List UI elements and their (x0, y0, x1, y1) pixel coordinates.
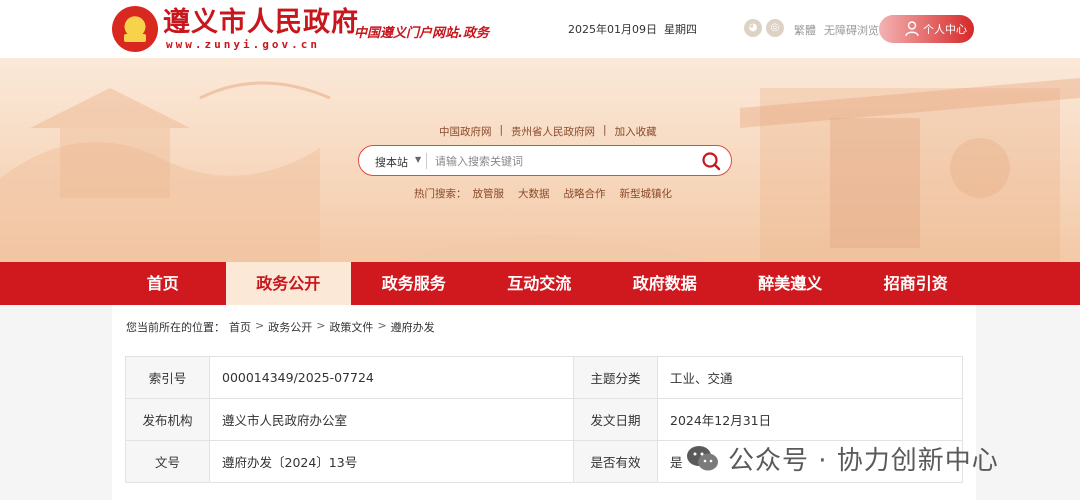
site-name[interactable]: 遵义市人民政府 (163, 8, 359, 38)
document-number-label: 文号 (125, 440, 210, 483)
top-links: 繁體 无障碍浏览 (794, 22, 879, 38)
breadcrumb-arrow: > (377, 319, 387, 332)
nav-item-gov-data[interactable]: 政府数据 (602, 262, 728, 305)
hot-search-term[interactable]: 新型城镇化 (620, 186, 673, 201)
search-box: 搜本站 ▼ (358, 145, 732, 176)
top-bar: ★ 遵义市人民政府 www.zunyi.gov.cn 中国遵义门户网站.政务 2… (0, 0, 1080, 58)
table-row: 发布机构 遵义市人民政府办公室 发文日期 2024年12月31日 (125, 398, 963, 441)
breadcrumb-item[interactable]: 政务公开 (268, 319, 312, 335)
hot-search-term[interactable]: 大数据 (518, 186, 550, 201)
hot-search-label: 热门搜索： (414, 188, 467, 200)
wechat-watermark: 公众号 · 协力创新中心 (686, 440, 999, 477)
validity-label: 是否有效 (573, 440, 658, 483)
topic-category-value: 工业、交通 (657, 356, 963, 399)
add-favorite-link[interactable]: 加入收藏 (615, 124, 657, 139)
accessibility-link[interactable]: 无障碍浏览 (824, 22, 879, 38)
search-icon[interactable] (701, 151, 721, 171)
link-separator: | (603, 124, 607, 136)
search-scope-select[interactable]: 搜本站 (375, 154, 408, 170)
index-number-label: 索引号 (125, 356, 210, 399)
breadcrumb-item[interactable]: 遵府办发 (391, 319, 435, 335)
publisher-value: 遵义市人民政府办公室 (209, 398, 574, 441)
nav-item-home[interactable]: 首页 (100, 262, 226, 305)
quick-links: 中国政府网 | 贵州省人民政府网 | 加入收藏 (439, 124, 657, 139)
link-separator: | (499, 124, 504, 136)
breadcrumb-arrow: > (255, 319, 265, 332)
site-url: www.zunyi.gov.cn (166, 38, 320, 51)
wechat-icon[interactable]: ◕ (744, 19, 762, 37)
user-center-button[interactable]: 个人中心 (879, 15, 974, 43)
gate-icon (124, 34, 146, 42)
date-text: 2025年01月09日 (568, 23, 657, 36)
nav-item-gov-services[interactable]: 政务服务 (351, 262, 477, 305)
user-center-label: 个人中心 (923, 23, 967, 36)
hero-banner: 中国政府网 | 贵州省人民政府网 | 加入收藏 搜本站 ▼ 热门搜索： 放管服 … (0, 58, 1080, 262)
breadcrumb-arrow: > (316, 319, 326, 332)
social-links: ◕ ◎ (744, 19, 784, 37)
current-date: 2025年01月09日 星期四 (568, 21, 697, 37)
traditional-chinese-link[interactable]: 繁體 (794, 22, 816, 38)
issue-date-value: 2024年12月31日 (657, 398, 963, 441)
topic-category-label: 主题分类 (573, 356, 658, 399)
site-slogan: 中国遵义门户网站.政务 (354, 26, 489, 41)
breadcrumb-prefix: 您当前所在的位置： (126, 321, 225, 334)
star-icon: ★ (126, 14, 143, 35)
user-icon (905, 21, 919, 37)
hot-search-term[interactable]: 放管服 (473, 186, 505, 201)
watermark-text: 公众号 · 协力创新中心 (728, 446, 999, 476)
search-input[interactable] (435, 152, 675, 170)
breadcrumb-item[interactable]: 政策文件 (329, 319, 373, 335)
table-row: 索引号 000014349/2025-07724 主题分类 工业、交通 (125, 356, 963, 399)
document-number-value: 遵府办发〔2024〕13号 (209, 440, 574, 483)
chevron-down-icon[interactable]: ▼ (415, 155, 421, 164)
search-divider (426, 153, 427, 169)
national-emblem-logo[interactable]: ★ (112, 6, 158, 52)
main-nav: 首页 政务公开 政务服务 互动交流 政府数据 醉美遵义 招商引资 (0, 262, 1080, 305)
nav-item-beautiful-zunyi[interactable]: 醉美遵义 (728, 262, 854, 305)
guizhou-gov-link[interactable]: 贵州省人民政府网 (511, 124, 595, 139)
gov-cn-link[interactable]: 中国政府网 (439, 124, 492, 139)
nav-item-interaction[interactable]: 互动交流 (477, 262, 603, 305)
weekday-text: 星期四 (664, 23, 697, 36)
issue-date-label: 发文日期 (573, 398, 658, 441)
index-number-value: 000014349/2025-07724 (209, 356, 574, 399)
nav-item-gov-affairs-open[interactable]: 政务公开 (225, 262, 351, 305)
hot-searches: 热门搜索： 放管服 大数据 战略合作 新型城镇化 (414, 186, 672, 201)
hot-search-term[interactable]: 战略合作 (564, 186, 606, 201)
breadcrumb: 您当前所在的位置： 首页 > 政务公开 > 政策文件 > 遵府办发 (126, 319, 435, 335)
breadcrumb-item[interactable]: 首页 (229, 319, 251, 335)
publisher-label: 发布机构 (125, 398, 210, 441)
nav-item-investment[interactable]: 招商引资 (853, 262, 979, 305)
wechat-icon (687, 445, 718, 470)
weibo-icon[interactable]: ◎ (766, 19, 784, 37)
